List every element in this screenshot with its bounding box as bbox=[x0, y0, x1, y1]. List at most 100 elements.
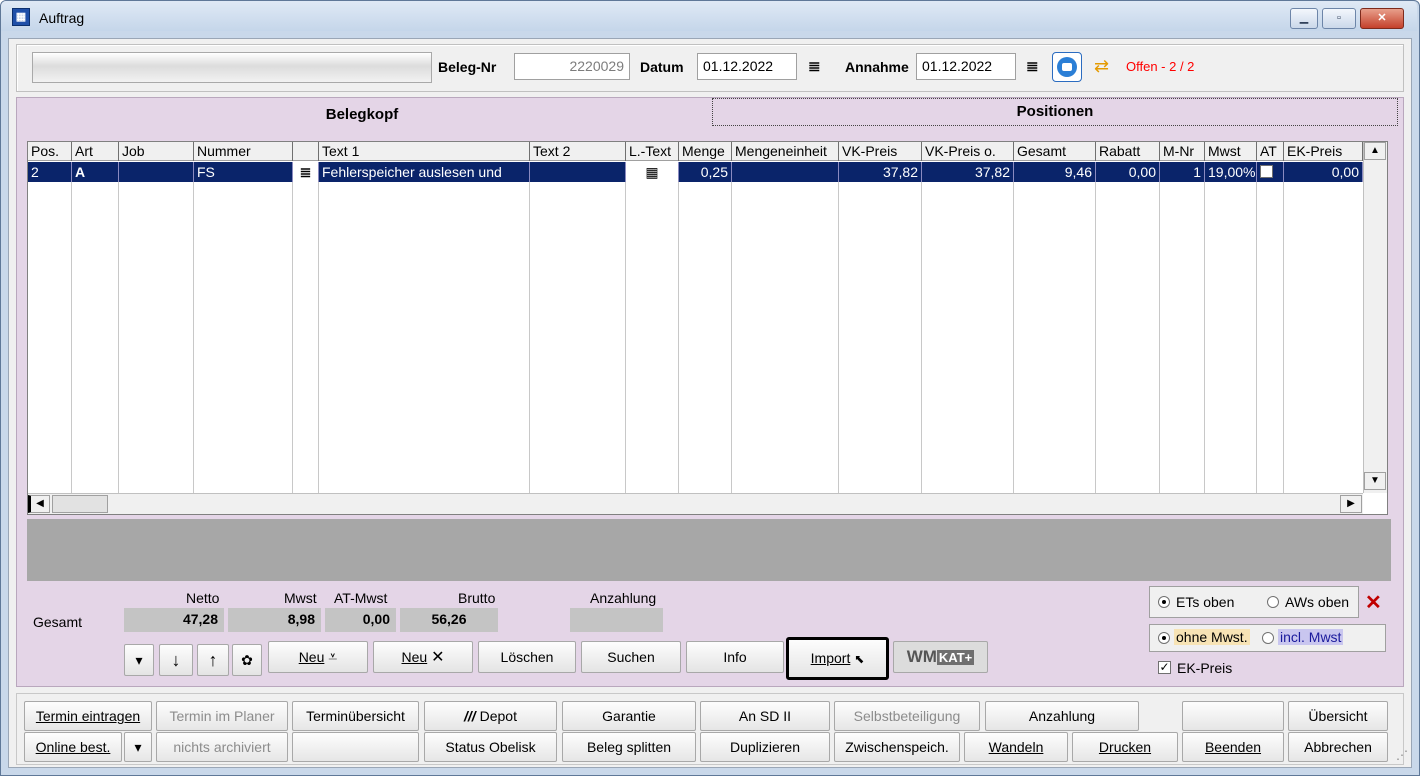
scroll-left-icon[interactable]: ◀ bbox=[28, 495, 50, 513]
annahme-picker-icon[interactable]: ≣ bbox=[1026, 57, 1039, 75]
suchen-button[interactable]: Suchen bbox=[581, 641, 681, 673]
col-vk-preis[interactable]: VK-Preis bbox=[839, 142, 922, 161]
cell-m-nr[interactable]: 1 bbox=[1160, 162, 1205, 182]
settings-icon[interactable]: ✿ bbox=[232, 644, 262, 676]
close-x-icon[interactable]: ✕ bbox=[1365, 590, 1382, 615]
col-pos[interactable]: Pos. bbox=[28, 142, 72, 161]
wmkat-button[interactable]: WM KAT+ bbox=[893, 641, 988, 673]
close-icon[interactable]: ✕ bbox=[1360, 8, 1404, 29]
datum-picker-icon[interactable]: ≣ bbox=[808, 57, 821, 75]
incl-mwst-radio[interactable] bbox=[1262, 632, 1274, 644]
empty-button[interactable] bbox=[1182, 701, 1284, 731]
status-obelisk-button[interactable]: Status Obelisk bbox=[424, 732, 557, 762]
annahme-field[interactable]: 01.12.2022 bbox=[916, 53, 1016, 80]
aws-oben-radio[interactable] bbox=[1267, 596, 1279, 608]
cell-job[interactable] bbox=[119, 162, 194, 182]
an-sd-ii-button[interactable]: An SD II bbox=[700, 701, 830, 731]
col-job[interactable]: Job bbox=[119, 142, 194, 161]
ets-oben-radio[interactable] bbox=[1158, 596, 1170, 608]
cell-rabatt[interactable]: 0,00 bbox=[1096, 162, 1160, 182]
uebersicht-button[interactable]: Übersicht bbox=[1288, 701, 1388, 731]
minimize-icon[interactable]: ▁ bbox=[1290, 8, 1318, 29]
tab-positionen[interactable]: Positionen bbox=[712, 98, 1398, 126]
neu-below-button[interactable]: Neu ⩡ bbox=[268, 641, 368, 673]
ek-preis-checkbox[interactable]: ✓ bbox=[1158, 661, 1171, 674]
scroll-up-icon[interactable]: ▲ bbox=[1364, 142, 1386, 160]
dropdown-arrow-icon[interactable]: ▾ bbox=[124, 644, 154, 676]
import-button[interactable]: Import ⬉ bbox=[786, 637, 889, 680]
col-menge[interactable]: Menge bbox=[679, 142, 732, 161]
refresh-icon[interactable]: ⇄ bbox=[1094, 55, 1116, 77]
col-art[interactable]: Art bbox=[72, 142, 119, 161]
col-mengeneinheit[interactable]: Mengeneinheit bbox=[732, 142, 839, 161]
col-ek-preis[interactable]: EK-Preis bbox=[1284, 142, 1363, 161]
datum-field[interactable]: 01.12.2022 bbox=[697, 53, 797, 80]
beenden-button[interactable]: Beenden bbox=[1182, 732, 1284, 762]
incl-mwst-label[interactable]: incl. Mwst bbox=[1278, 629, 1344, 645]
vehicle-icon[interactable] bbox=[1052, 52, 1082, 82]
cell-menge[interactable]: 0,25 bbox=[679, 162, 732, 182]
cell-vk-preis-o[interactable]: 37,82 bbox=[922, 162, 1014, 182]
vertical-scrollbar[interactable]: ▲ ▼ bbox=[1363, 142, 1387, 493]
resize-grip-icon[interactable]: ⋰ bbox=[1396, 748, 1408, 762]
loeschen-button[interactable]: Löschen bbox=[478, 641, 576, 673]
col-icon[interactable] bbox=[293, 142, 319, 161]
col-nummer[interactable]: Nummer bbox=[194, 142, 293, 161]
archiv-button[interactable]: nichts archiviert bbox=[156, 732, 288, 762]
cell-vk-preis[interactable]: 37,82 bbox=[839, 162, 922, 182]
move-down-icon[interactable]: ↓ bbox=[159, 644, 193, 676]
horizontal-scrollbar[interactable]: ◀ ▶ bbox=[28, 493, 1363, 514]
garantie-button[interactable]: Garantie bbox=[562, 701, 696, 731]
online-best-button[interactable]: Online best. bbox=[24, 732, 122, 762]
cell-gesamt[interactable]: 9,46 bbox=[1014, 162, 1096, 182]
info-button[interactable]: Info bbox=[686, 641, 784, 673]
cell-mengeneinheit[interactable] bbox=[732, 162, 839, 182]
col-at[interactable]: AT bbox=[1257, 142, 1284, 161]
row-menu-icon[interactable]: ≣ bbox=[293, 162, 319, 182]
cell-text2[interactable] bbox=[530, 162, 626, 182]
tab-belegkopf[interactable]: Belegkopf bbox=[18, 99, 706, 130]
zwischenspeichern-button[interactable]: Zwischenspeich. bbox=[834, 732, 960, 762]
cell-nummer[interactable]: FS bbox=[194, 162, 293, 182]
abbrechen-button[interactable]: Abbrechen bbox=[1288, 732, 1388, 762]
ohne-mwst-label[interactable]: ohne Mwst. bbox=[1174, 629, 1250, 645]
move-up-icon[interactable]: ↑ bbox=[197, 644, 229, 676]
scroll-right-icon[interactable]: ▶ bbox=[1340, 495, 1362, 513]
empty-button-2[interactable] bbox=[292, 732, 419, 762]
termin-im-planer-button[interactable]: Termin im Planer bbox=[156, 701, 288, 731]
neu-above-button[interactable]: Neu ✕ bbox=[373, 641, 473, 673]
positions-grid[interactable]: Pos. Art Job Nummer Text 1 Text 2 L.-Tex… bbox=[27, 141, 1388, 515]
termin-eintragen-button[interactable]: Termin eintragen bbox=[24, 701, 152, 731]
col-text1[interactable]: Text 1 bbox=[319, 142, 530, 161]
col-gesamt[interactable]: Gesamt bbox=[1014, 142, 1096, 161]
col-mwst[interactable]: Mwst bbox=[1205, 142, 1257, 161]
aws-oben-label[interactable]: AWs oben bbox=[1285, 594, 1349, 610]
cell-text1[interactable]: Fehlerspeicher auslesen und bbox=[319, 162, 530, 182]
ltext-icon[interactable]: ▦ bbox=[626, 162, 679, 182]
at-checkbox[interactable] bbox=[1260, 165, 1273, 178]
duplizieren-button[interactable]: Duplizieren bbox=[700, 732, 830, 762]
beleg-nr-field[interactable]: 2220029 bbox=[514, 53, 630, 80]
col-m-nr[interactable]: M-Nr bbox=[1160, 142, 1205, 161]
terminuebersicht-button[interactable]: Terminübersicht bbox=[292, 701, 419, 731]
cell-ek-preis[interactable]: 0,00 bbox=[1284, 162, 1363, 182]
ohne-mwst-radio[interactable] bbox=[1158, 632, 1170, 644]
col-ltext[interactable]: L.-Text bbox=[626, 142, 679, 161]
col-rabatt[interactable]: Rabatt bbox=[1096, 142, 1160, 161]
cell-pos[interactable]: 2 bbox=[28, 162, 72, 182]
ek-preis-label[interactable]: EK-Preis bbox=[1177, 660, 1232, 676]
wandeln-button[interactable]: Wandeln bbox=[964, 732, 1068, 762]
selbstbeteiligung-button[interactable]: Selbstbeteiligung bbox=[834, 701, 980, 731]
drucken-button[interactable]: Drucken bbox=[1072, 732, 1178, 762]
title-bar[interactable]: ▦ Auftrag bbox=[1, 1, 1417, 31]
col-text2[interactable]: Text 2 bbox=[530, 142, 626, 161]
cell-art[interactable]: A bbox=[72, 162, 119, 182]
anzahlung-button[interactable]: Anzahlung bbox=[985, 701, 1139, 731]
ets-oben-label[interactable]: ETs oben bbox=[1176, 594, 1234, 610]
scroll-down-icon[interactable]: ▼ bbox=[1364, 472, 1386, 490]
maximize-icon[interactable]: ▫ bbox=[1322, 8, 1356, 29]
online-dropdown-icon[interactable]: ▾ bbox=[124, 732, 152, 762]
beleg-splitten-button[interactable]: Beleg splitten bbox=[562, 732, 696, 762]
scroll-thumb[interactable] bbox=[52, 495, 108, 513]
cell-at[interactable] bbox=[1257, 162, 1284, 182]
